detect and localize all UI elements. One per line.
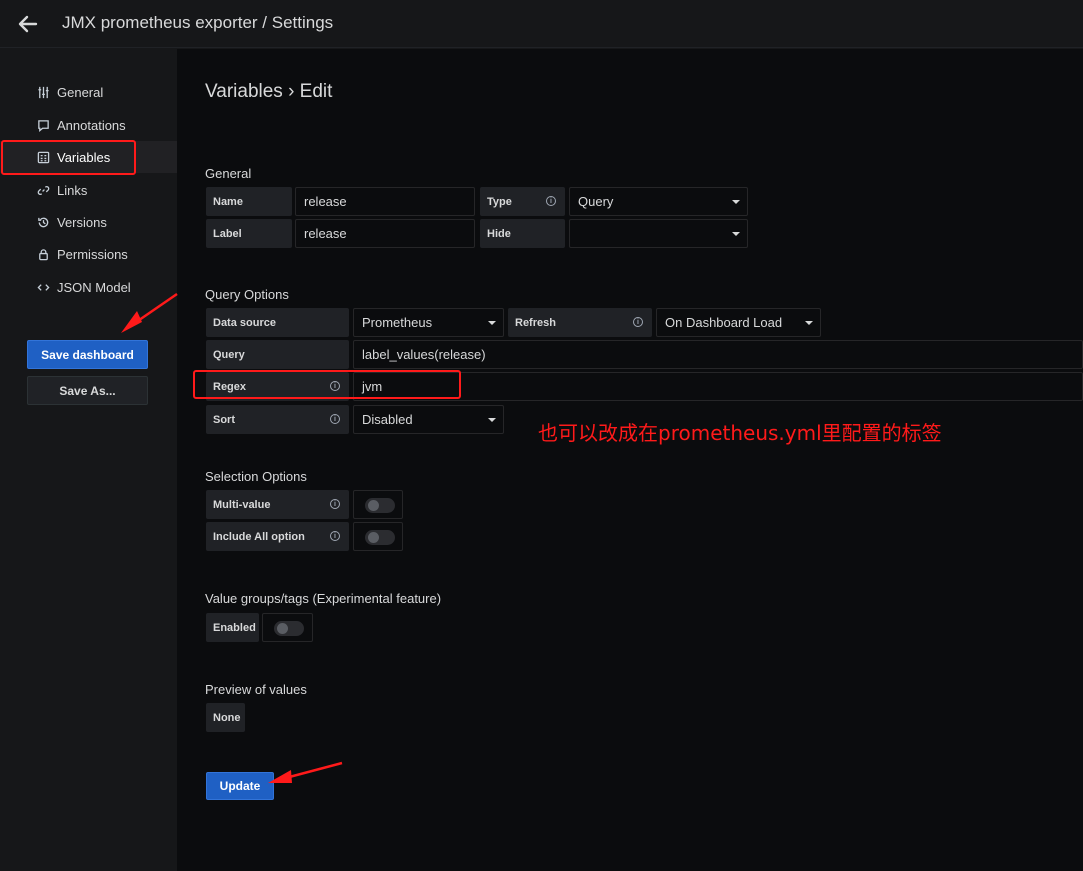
enabled-label-text: Enabled (213, 621, 256, 634)
calculator-icon (36, 150, 50, 164)
multi-value-label-text: Multi-value (213, 498, 271, 511)
caret-down-icon (488, 418, 496, 422)
datasource-select[interactable]: Prometheus (353, 308, 504, 337)
label-label: Label (206, 219, 292, 248)
label-input-value: release (304, 226, 347, 241)
save-dashboard-button[interactable]: Save dashboard (27, 340, 148, 369)
sort-select-value: Disabled (362, 412, 413, 427)
type-select-value: Query (578, 194, 614, 209)
query-options-heading: Query Options (205, 287, 289, 302)
toggle-knob (368, 500, 379, 511)
save-as-button[interactable]: Save As... (27, 376, 148, 405)
preview-value-text: None (213, 711, 241, 724)
enabled-toggle[interactable] (262, 613, 313, 642)
lock-icon (36, 247, 50, 261)
hide-select[interactable] (569, 219, 748, 248)
comment-icon (36, 118, 50, 132)
refresh-label-text: Refresh (515, 316, 556, 329)
type-select[interactable]: Query (569, 187, 748, 216)
hide-label: Hide (480, 219, 565, 248)
sidebar-item-json-model[interactable]: JSON Model (0, 271, 177, 303)
regex-label-text: Regex (213, 380, 247, 393)
main-content (177, 49, 1083, 871)
caret-down-icon (488, 321, 496, 325)
include-all-label-text: Include All option (213, 530, 305, 543)
label-label-text: Label (213, 227, 242, 240)
toggle-switch (274, 621, 304, 636)
enabled-label: Enabled (206, 613, 259, 642)
sidebar-item-label: Versions (57, 214, 107, 230)
preview-heading: Preview of values (205, 682, 307, 697)
page-title: Variables › Edit (205, 81, 333, 102)
info-icon[interactable]: i (330, 414, 340, 424)
back-arrow-icon[interactable] (14, 10, 42, 38)
refresh-label: Refresh i (508, 308, 652, 337)
caret-down-icon (805, 321, 813, 325)
refresh-select[interactable]: On Dashboard Load (656, 308, 821, 337)
name-input-value: release (304, 194, 347, 209)
caret-down-icon (732, 200, 740, 204)
sidebar-item-versions[interactable]: Versions (0, 206, 177, 238)
info-icon[interactable]: i (546, 196, 556, 206)
regex-label: Regex i (206, 372, 349, 401)
code-icon (36, 280, 50, 294)
info-icon[interactable]: i (330, 381, 340, 391)
query-input-value: label_values(release) (362, 347, 486, 362)
toggle-switch (365, 498, 395, 513)
query-label: Query (206, 340, 349, 369)
regex-input[interactable]: jvm (353, 372, 1083, 401)
multi-value-toggle[interactable] (353, 490, 403, 519)
type-label: Type i (480, 187, 565, 216)
hide-label-text: Hide (487, 227, 511, 240)
caret-down-icon (732, 232, 740, 236)
sliders-icon (36, 85, 50, 99)
sidebar-item-variables[interactable]: Variables (0, 141, 177, 173)
multi-value-label: Multi-value i (206, 490, 349, 519)
page-header-title: JMX prometheus exporter / Settings (62, 13, 334, 32)
datasource-label-text: Data source (213, 316, 276, 329)
include-all-label: Include All option i (206, 522, 349, 551)
sidebar-item-annotations[interactable]: Annotations (0, 109, 177, 141)
sort-label: Sort i (206, 405, 349, 434)
info-icon[interactable]: i (330, 499, 340, 509)
type-label-text: Type (487, 195, 512, 208)
datasource-select-value: Prometheus (362, 315, 433, 330)
sidebar-item-general[interactable]: General (0, 76, 177, 108)
sidebar-item-label: Annotations (57, 117, 126, 133)
general-heading: General (205, 166, 252, 181)
annotation-note: 也可以改成在prometheus.yml里配置的标签 (538, 421, 942, 445)
sidebar-item-label: Links (57, 182, 88, 198)
refresh-select-value: On Dashboard Load (665, 315, 783, 330)
sidebar-item-label: Variables (57, 149, 111, 165)
history-icon (36, 215, 50, 229)
selection-options-heading: Selection Options (205, 469, 307, 484)
sidebar-item-permissions[interactable]: Permissions (0, 238, 177, 270)
info-icon[interactable]: i (633, 317, 643, 327)
sidebar-item-label: Permissions (57, 246, 128, 262)
sort-label-text: Sort (213, 413, 235, 426)
update-button[interactable]: Update (206, 772, 274, 800)
datasource-label: Data source (206, 308, 349, 337)
name-label: Name (206, 187, 292, 216)
toggle-switch (365, 530, 395, 545)
regex-input-value: jvm (362, 379, 383, 394)
link-icon (36, 183, 50, 197)
query-input[interactable]: label_values(release) (353, 340, 1083, 369)
sort-select[interactable]: Disabled (353, 405, 504, 434)
toggle-knob (277, 623, 288, 634)
label-input[interactable]: release (295, 219, 475, 248)
name-input[interactable]: release (295, 187, 475, 216)
name-label-text: Name (213, 195, 243, 208)
sidebar-item-label: JSON Model (57, 279, 131, 295)
top-bar: JMX prometheus exporter / Settings (0, 0, 1083, 48)
preview-value-badge: None (206, 703, 245, 732)
include-all-toggle[interactable] (353, 522, 403, 551)
sidebar-item-links[interactable]: Links (0, 174, 177, 206)
sidebar-item-label: General (57, 84, 104, 100)
query-label-text: Query (213, 348, 245, 361)
toggle-knob (368, 532, 379, 543)
info-icon[interactable]: i (330, 531, 340, 541)
value-groups-heading: Value groups/tags (Experimental feature) (205, 591, 442, 606)
